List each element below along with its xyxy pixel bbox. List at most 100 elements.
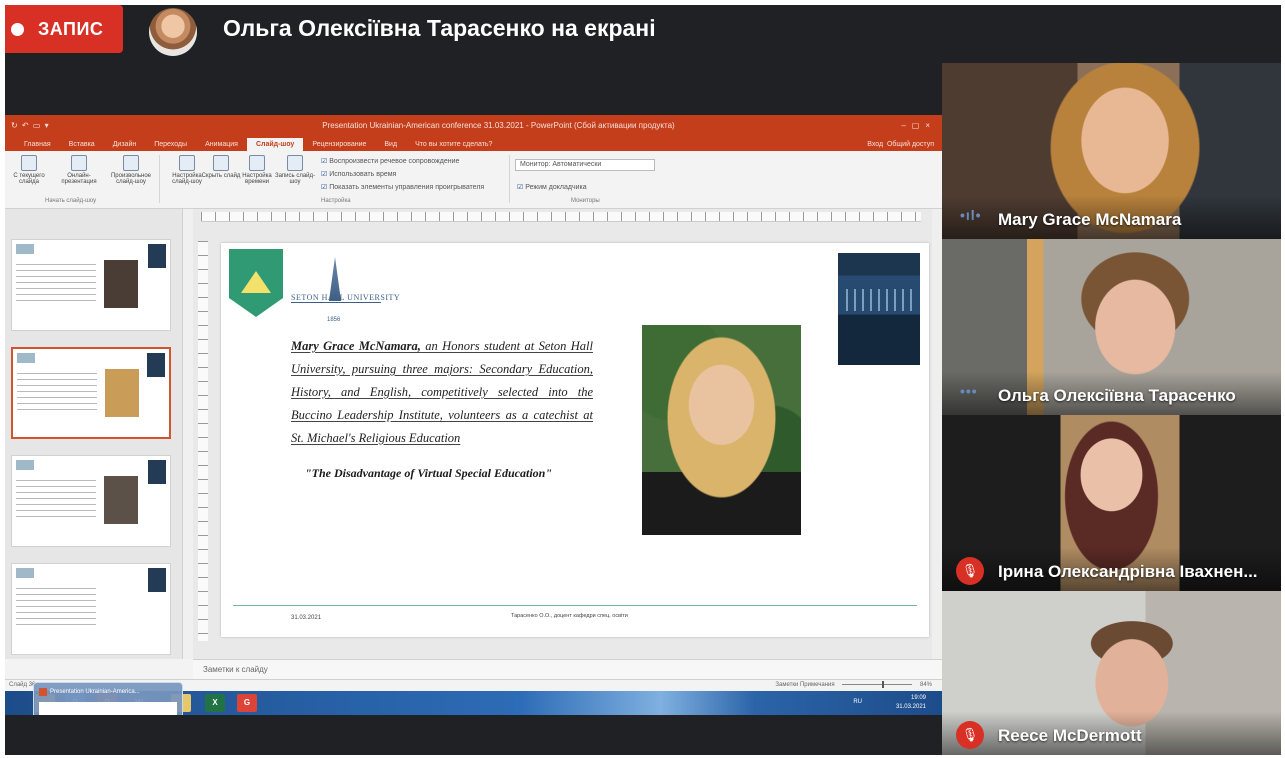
- presenter-avatar: [149, 8, 197, 56]
- slide-thumbnail[interactable]: [11, 455, 171, 547]
- setup-icon: [179, 155, 195, 171]
- university-logo: SETON HALL UNIVERSITY 1856: [291, 257, 401, 327]
- mic-off-icon: 🎙: [956, 721, 984, 749]
- participant-name: Reece McDermott: [942, 711, 1281, 755]
- tab-insert[interactable]: Вставка: [60, 141, 104, 151]
- shared-screen: ↻ ↶ ▭ ▾ Presentation Ukrainian-American …: [5, 115, 942, 715]
- record-icon: [287, 155, 303, 171]
- ppt-titlebar: ↻ ↶ ▭ ▾ Presentation Ukrainian-American …: [5, 115, 942, 135]
- participant-name: Ольга Олексіївна Тарасенко: [942, 371, 1281, 415]
- meet-window: ЗАПИС Ольга Олексіївна Тарасенко на екра…: [5, 5, 1281, 755]
- hide-slide-icon: [213, 155, 229, 171]
- tab-view[interactable]: Вид: [375, 141, 406, 151]
- from-current-slide-button[interactable]: С текущего слайда: [7, 155, 51, 195]
- language-indicator[interactable]: RU: [853, 699, 862, 705]
- thumbnail-scrollbar[interactable]: [183, 209, 193, 659]
- timer-icon: [249, 155, 265, 171]
- taskbar-preview-popup[interactable]: Presentation Ukrainian-America...: [33, 682, 183, 715]
- ribbon: С текущего слайда Онлайн-презентация Про…: [5, 151, 942, 209]
- monitor-select[interactable]: Монитор: Автоматически: [515, 159, 655, 171]
- horizontal-ruler: [201, 212, 921, 222]
- slideshow-icon: [21, 155, 37, 171]
- speaker-photo: [642, 325, 801, 535]
- globe-icon: [71, 155, 87, 171]
- ribbon-separator: [509, 155, 510, 203]
- window-controls[interactable]: –▢×: [872, 121, 942, 130]
- from-current-slide-label: С текущего слайда: [13, 173, 45, 185]
- preview-title: Presentation Ukrainian-America...: [39, 688, 177, 696]
- slide-thumbnail-selected[interactable]: [11, 347, 171, 439]
- mic-off-icon: 🎙: [956, 557, 984, 585]
- participant-tile[interactable]: Reece McDermott 🎙: [942, 591, 1281, 755]
- zoom-slider[interactable]: [842, 680, 913, 688]
- taskbar-clock[interactable]: 19:09 31.03.2021: [896, 694, 926, 712]
- check-presenter-view[interactable]: Режим докладчика: [517, 183, 586, 191]
- status-right: Заметки Примечания 84%: [775, 680, 932, 688]
- share-label: Общий доступ: [886, 141, 934, 148]
- record-slideshow-button[interactable]: Запись слайд-шоу: [273, 155, 317, 195]
- tell-me-box[interactable]: Что вы хотите сделать?: [406, 141, 501, 151]
- zoom-level[interactable]: 84%: [920, 682, 932, 688]
- quick-access-toolbar[interactable]: ↻ ↶ ▭ ▾: [5, 121, 125, 130]
- vertical-ruler: [198, 241, 208, 641]
- record-slideshow-label: Запись слайд-шоу: [274, 173, 316, 185]
- signin-link[interactable]: Вход Общий доступ: [859, 141, 942, 151]
- slide-date: 31.03.2021: [291, 615, 322, 621]
- recording-label: ЗАПИС: [38, 18, 104, 39]
- book-cover-image: [838, 253, 920, 365]
- university-wordmark: SETON HALL UNIVERSITY: [291, 293, 401, 303]
- participant-name: Mary Grace McNamara: [942, 195, 1281, 239]
- clock-time: 19:09: [910, 695, 926, 701]
- speaker-bio: Mary Grace McNamara, an Honors student a…: [291, 335, 593, 450]
- preview-title-text: Presentation Ukrainian-America...: [50, 689, 140, 695]
- custom-show-icon: [123, 155, 139, 171]
- slide-footer: Тарасенко О.О., доцент кафедри спец. осв…: [511, 613, 628, 619]
- participant-tile[interactable]: •ıl• Mary Grace McNamara: [942, 63, 1281, 239]
- tab-transitions[interactable]: Переходы: [145, 141, 196, 151]
- clock-date: 31.03.2021: [895, 704, 926, 710]
- tab-home[interactable]: Главная: [15, 141, 60, 151]
- participant-tile[interactable]: ••• Ольга Олексіївна Тарасенко: [942, 239, 1281, 415]
- notes-pane[interactable]: Заметки к слайду: [193, 659, 942, 679]
- slide-thumbnail[interactable]: [11, 239, 171, 331]
- rehearse-timings-label: Настройка времени: [242, 173, 272, 185]
- group-setup-label: Настройка: [321, 198, 351, 204]
- custom-slideshow-button[interactable]: Произвольное слайд-шоу: [109, 155, 153, 195]
- check-play-narrations[interactable]: Воспроизвести речевое сопровождение: [321, 157, 459, 165]
- group-monitors-label: Мониторы: [571, 198, 600, 204]
- talk-title: "The Disadvantage of Virtual Special Edu…: [305, 466, 553, 480]
- tab-slideshow[interactable]: Слайд-шоу: [246, 138, 304, 151]
- notes-comments-buttons[interactable]: Заметки Примечания: [775, 682, 834, 688]
- ribbon-separator: [159, 155, 160, 203]
- current-slide[interactable]: SETON HALL UNIVERSITY 1856 Mary Grace Mc…: [221, 243, 929, 637]
- tab-design[interactable]: Дизайн: [104, 141, 146, 151]
- record-dot-icon: [11, 22, 24, 36]
- participant-name: Ірина Олександрівна Івахнен...: [942, 547, 1281, 591]
- participant-tile[interactable]: Ірина Олександрівна Івахнен... 🎙: [942, 415, 1281, 591]
- speaker-name: Mary Grace McNamara,: [291, 339, 421, 353]
- check-use-timings[interactable]: Использовать время: [321, 170, 396, 178]
- check-show-media-controls[interactable]: Показать элементы управления проигрывате…: [321, 183, 484, 191]
- setup-slideshow-label: Настройка слайд-шоу: [172, 173, 202, 185]
- online-presentation-button[interactable]: Онлайн-презентация: [57, 155, 101, 195]
- tab-review[interactable]: Рецензирование: [303, 141, 375, 151]
- signin-label: Вход: [867, 141, 884, 148]
- excel-icon[interactable]: X: [205, 694, 225, 712]
- institute-logo: [229, 249, 283, 317]
- online-presentation-label: Онлайн-презентация: [61, 173, 97, 185]
- group-start-label: Начать слайд-шоу: [45, 198, 97, 204]
- ppt-window-title: Presentation Ukrainian-American conferen…: [322, 120, 675, 130]
- slide-thumbnails-pane: [5, 209, 183, 659]
- slide-thumbnail[interactable]: [11, 563, 171, 655]
- editor-scrollbar[interactable]: [932, 209, 942, 659]
- chrome-app-icon[interactable]: G: [237, 694, 257, 712]
- recording-badge[interactable]: ЗАПИС: [5, 5, 123, 53]
- tab-animations[interactable]: Анимация: [196, 141, 247, 151]
- custom-slideshow-label: Произвольное слайд-шоу: [110, 173, 152, 185]
- powerpoint-icon: [39, 688, 47, 696]
- footer-divider: [233, 605, 917, 606]
- slide-counter: Слайд 36: [9, 682, 36, 688]
- ribbon-tabs: Главная Вставка Дизайн Переходы Анимация…: [5, 135, 942, 151]
- speaker-bio-text: an Honors student at Seton Hall Universi…: [291, 339, 593, 445]
- preview-thumbnail: [39, 702, 177, 715]
